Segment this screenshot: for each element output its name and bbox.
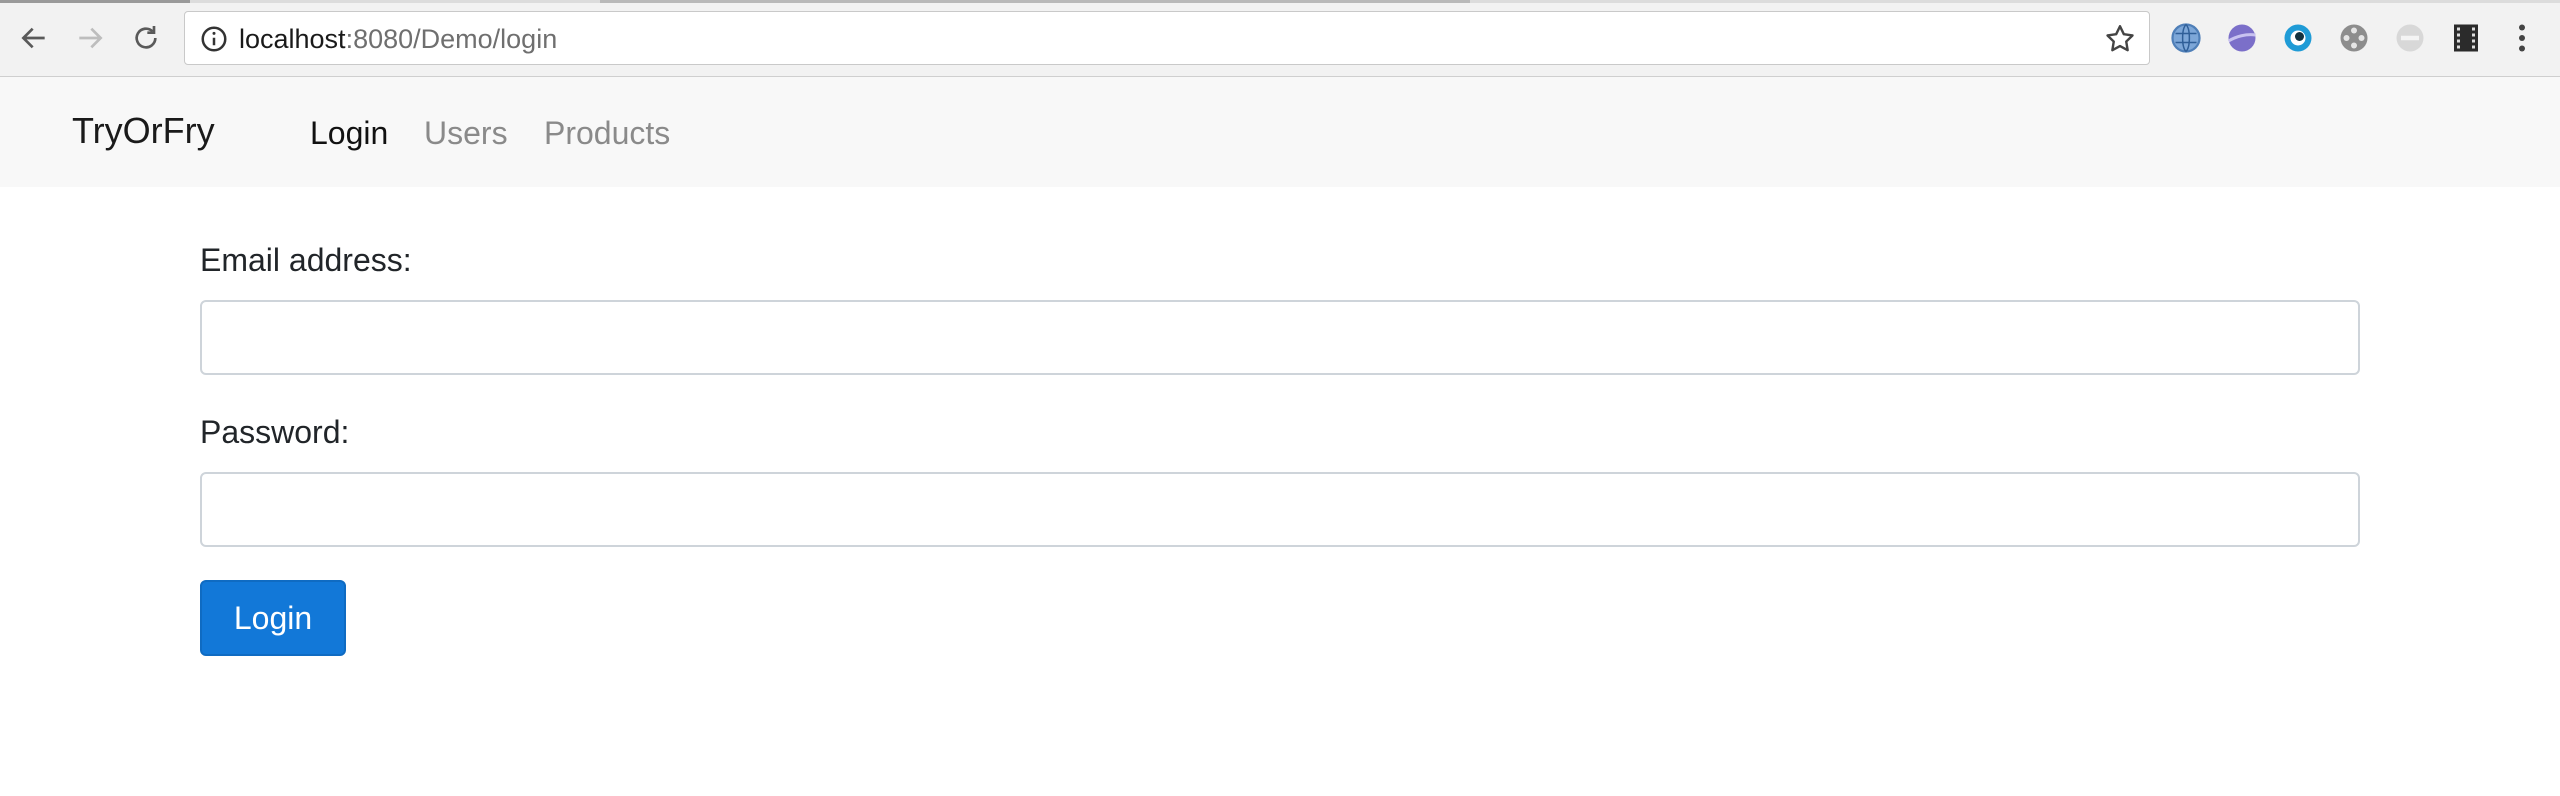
- active-tab-indicator: [0, 0, 190, 3]
- tab-strip-segment: [600, 0, 1470, 3]
- extension-planet-icon[interactable]: [2224, 20, 2260, 56]
- url-text[interactable]: localhost:8080/Demo/login: [239, 24, 557, 54]
- nav-link-products[interactable]: Products: [544, 111, 670, 155]
- nav-link-login[interactable]: Login: [310, 111, 388, 155]
- extension-film-strip-icon[interactable]: [2448, 20, 2484, 56]
- email-label: Email address:: [200, 242, 412, 278]
- login-button[interactable]: Login: [200, 580, 346, 656]
- info-icon[interactable]: [199, 24, 229, 54]
- brand-logo[interactable]: TryOrFry: [72, 109, 215, 153]
- reload-icon: [135, 26, 157, 49]
- password-field[interactable]: [200, 472, 2360, 547]
- nav-link-users[interactable]: Users: [424, 111, 508, 155]
- forward-button[interactable]: [68, 16, 112, 60]
- email-field[interactable]: [200, 300, 2360, 375]
- back-icon: [21, 27, 45, 49]
- forward-icon: [79, 27, 103, 49]
- password-label: Password:: [200, 414, 350, 450]
- address-bar[interactable]: localhost:8080/Demo/login: [184, 11, 2150, 65]
- extension-globe-icon[interactable]: [2168, 20, 2204, 56]
- back-button[interactable]: [12, 16, 56, 60]
- star-icon[interactable]: [2103, 22, 2137, 56]
- browser-toolbar: localhost:8080/Demo/login: [0, 0, 2560, 77]
- extension-eye-icon[interactable]: [2280, 20, 2316, 56]
- url-path: :8080/Demo/login: [345, 24, 558, 54]
- url-host: localhost: [239, 24, 346, 54]
- site-navbar: TryOrFry Login Users Products: [0, 77, 2560, 187]
- extension-film-reel-icon[interactable]: [2336, 20, 2372, 56]
- menu-kebab-icon[interactable]: [2504, 20, 2540, 56]
- extension-disabled-icon[interactable]: [2392, 20, 2428, 56]
- reload-button[interactable]: [124, 16, 168, 60]
